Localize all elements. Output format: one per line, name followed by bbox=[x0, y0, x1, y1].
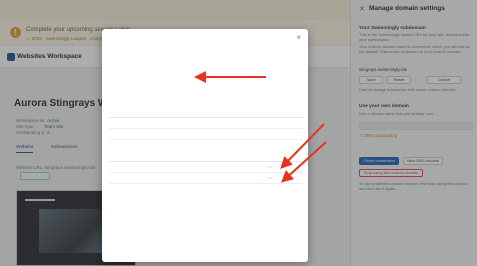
record-name bbox=[134, 161, 162, 173]
column-header bbox=[254, 108, 303, 118]
table-row bbox=[109, 128, 303, 140]
record-name bbox=[134, 117, 162, 129]
column-header bbox=[264, 152, 303, 162]
column-header bbox=[109, 152, 134, 162]
column-header bbox=[162, 152, 236, 162]
table-row bbox=[109, 161, 303, 173]
close-icon[interactable]: × bbox=[296, 34, 301, 42]
record-value bbox=[162, 117, 254, 129]
table-row bbox=[109, 172, 303, 184]
record-value bbox=[162, 128, 254, 140]
record-ttl bbox=[236, 161, 264, 173]
expected-records-table bbox=[109, 108, 303, 140]
record-type bbox=[109, 161, 134, 173]
record-value bbox=[162, 172, 236, 184]
status-badge bbox=[267, 177, 273, 179]
returned-records-table bbox=[109, 152, 303, 184]
record-type bbox=[109, 172, 134, 184]
dns-details-modal: × bbox=[102, 29, 308, 262]
record-type bbox=[109, 117, 134, 129]
record-ttl bbox=[254, 128, 303, 140]
column-header bbox=[134, 108, 162, 118]
status-badge bbox=[267, 166, 273, 168]
record-ttl bbox=[254, 117, 303, 129]
record-value bbox=[162, 161, 236, 173]
record-ttl bbox=[236, 172, 264, 184]
column-header bbox=[109, 108, 134, 118]
record-name bbox=[134, 128, 162, 140]
table-row bbox=[109, 117, 303, 129]
record-name bbox=[134, 172, 162, 184]
column-header bbox=[134, 152, 162, 162]
record-type bbox=[109, 128, 134, 140]
column-header bbox=[236, 152, 264, 162]
column-header bbox=[162, 108, 254, 118]
